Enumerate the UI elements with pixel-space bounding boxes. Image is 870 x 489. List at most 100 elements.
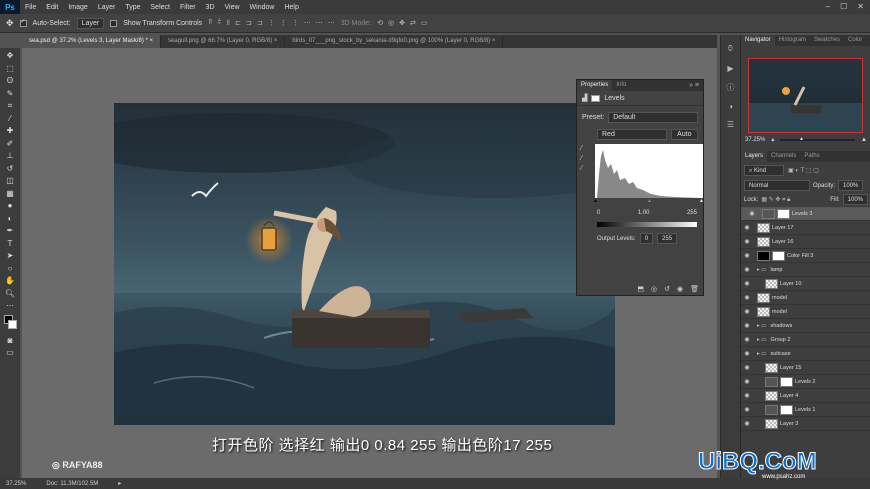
menu-edit[interactable]: Edit xyxy=(41,4,63,11)
close-icon[interactable]: × xyxy=(274,38,278,44)
white-point-slider[interactable]: ▲ xyxy=(699,198,704,204)
layer-name[interactable]: Layer 15 xyxy=(780,365,801,371)
transform-controls-checkbox[interactable] xyxy=(110,19,118,27)
menu-window[interactable]: Window xyxy=(245,4,280,11)
maximize-button[interactable]: ☐ xyxy=(840,2,847,11)
history-panel-icon[interactable]: ⌚︎ xyxy=(727,43,735,55)
visibility-eye-icon[interactable]: ◉ xyxy=(746,209,758,219)
layer-thumbnail[interactable] xyxy=(757,236,770,247)
tab-swatches[interactable]: Swatches xyxy=(810,35,844,46)
actions-panel-icon[interactable]: ▶ xyxy=(727,64,733,73)
layer-name[interactable]: Layer 10 xyxy=(780,281,801,287)
brush-tool-icon[interactable]: ✐ xyxy=(3,138,17,151)
layer-thumbnail[interactable] xyxy=(765,362,778,373)
distribute-icon[interactable]: ⋯ xyxy=(304,19,311,27)
move-tool-icon[interactable]: ✥ xyxy=(3,50,17,63)
visibility-eye-icon[interactable]: ◉ xyxy=(741,350,753,357)
visibility-eye-icon[interactable]: ◉ xyxy=(741,364,753,371)
menu-view[interactable]: View xyxy=(220,4,245,11)
white-eyedropper-icon[interactable]: ⁄ xyxy=(581,164,582,174)
layer-name[interactable]: Group 2 xyxy=(771,337,791,343)
menu-3d[interactable]: 3D xyxy=(201,4,220,11)
move-tool-icon[interactable]: ✥ xyxy=(6,18,14,29)
layer-row[interactable]: ◉ model xyxy=(741,291,870,305)
layer-row[interactable]: ◉ ▸ ▭ Group 2 xyxy=(741,333,870,347)
visibility-eye-icon[interactable]: ◉ xyxy=(741,266,753,273)
layer-row[interactable]: ◉ Layer 4 xyxy=(741,389,870,403)
color-swatches[interactable] xyxy=(3,313,17,335)
tab-histogram[interactable]: Histogram xyxy=(775,35,810,46)
background-color[interactable] xyxy=(8,319,17,329)
close-icon[interactable]: × xyxy=(150,38,154,44)
mask-icon[interactable] xyxy=(591,94,601,102)
layer-row[interactable]: ◉ Layer 17 xyxy=(741,221,870,235)
clip-to-layer-icon[interactable]: ⬒ xyxy=(637,285,644,293)
layer-row[interactable]: ◉ model xyxy=(741,305,870,319)
tab-color[interactable]: Color xyxy=(844,35,866,46)
menu-help[interactable]: Help xyxy=(279,4,303,11)
layer-thumbnail[interactable] xyxy=(757,250,770,261)
folder-icon[interactable]: ▸ ▭ xyxy=(757,267,767,273)
tab-properties[interactable]: Properties xyxy=(577,80,613,91)
tab-seagull[interactable]: seagull.png @ 66.7% (Layer 0, RGB/8) × xyxy=(161,35,286,48)
pen-tool-icon[interactable]: ✒ xyxy=(3,225,17,238)
tab-layers[interactable]: Layers xyxy=(741,151,768,162)
tab-navigator[interactable]: Navigator xyxy=(741,35,775,46)
layer-thumbnail[interactable] xyxy=(757,222,770,233)
align-left-icon[interactable]: ⊏ xyxy=(235,19,241,27)
layer-row[interactable]: ◉ ▸ ▭ shadows xyxy=(741,319,870,333)
tab-sea[interactable]: sea.psd @ 37.2% (Levels 3, Layer Mask/8)… xyxy=(22,35,162,48)
fill-field[interactable]: 100% xyxy=(842,194,868,205)
folder-icon[interactable]: ▸ ▭ xyxy=(757,351,767,357)
visibility-eye-icon[interactable]: ◉ xyxy=(741,336,753,343)
gradient-tool-icon[interactable]: ▦ xyxy=(3,188,17,201)
navigator-zoom-value[interactable]: 37.25% xyxy=(745,137,765,143)
distribute-icon[interactable]: ⋯ xyxy=(316,19,323,27)
layer-row[interactable]: ◉ Layer 10 xyxy=(741,277,870,291)
layer-row[interactable]: ◉ Layer 16 xyxy=(741,235,870,249)
layer-row[interactable]: ◉ ▸ ▭ suitcase xyxy=(741,347,870,361)
document-image[interactable] xyxy=(114,103,615,425)
panel-collapse-icon[interactable]: » ≡ xyxy=(685,80,703,91)
zoom-out-icon[interactable]: ▴ xyxy=(771,136,774,143)
menu-image[interactable]: Image xyxy=(63,4,92,11)
lock-icons[interactable]: ▦ ✎ ✥ ⌗ 🔒︎ xyxy=(761,196,790,204)
adjustment-thumbnail[interactable] xyxy=(762,209,775,219)
filter-icons[interactable]: ▣ ◐ T ⬚ ▢ xyxy=(788,167,819,174)
preset-dropdown[interactable]: Default xyxy=(608,112,698,123)
visibility-eye-icon[interactable]: ◉ xyxy=(741,378,753,385)
heal-tool-icon[interactable]: ✚ xyxy=(3,125,17,138)
layer-row[interactable]: ◉ Color Fill 3 xyxy=(741,249,870,263)
align-center-icon[interactable]: ⊐ xyxy=(246,19,252,27)
layer-thumbnail[interactable] xyxy=(765,418,778,429)
layer-name[interactable]: model xyxy=(772,295,787,301)
zoom-in-icon[interactable]: ▲ xyxy=(861,137,867,143)
eyedropper-icons[interactable]: ⁄ ⁄ ⁄ xyxy=(581,144,582,174)
hand-tool-icon[interactable]: ✋ xyxy=(3,275,17,288)
history-brush-tool-icon[interactable]: ↺ xyxy=(3,163,17,176)
crop-tool-icon[interactable]: ⌗ xyxy=(3,100,17,113)
tab-paths[interactable]: Paths xyxy=(800,151,823,162)
navigator-thumbnail[interactable] xyxy=(748,58,863,133)
view-previous-icon[interactable]: ◎ xyxy=(651,285,657,293)
menu-file[interactable]: File xyxy=(20,4,41,11)
input-gamma-value[interactable]: 1.00 xyxy=(638,210,650,216)
3d-roll-icon[interactable]: ◎ xyxy=(388,19,394,27)
3d-rotate-icon[interactable]: ⟲ xyxy=(377,19,383,27)
layer-thumbnail[interactable] xyxy=(757,292,770,303)
input-slider-track[interactable]: ▲ ▲ ▲ xyxy=(593,198,704,204)
3d-pan-icon[interactable]: ✥ xyxy=(399,19,405,27)
distribute-icon[interactable]: ⋯ xyxy=(328,19,335,27)
auto-select-checkbox[interactable] xyxy=(19,19,27,27)
dodge-tool-icon[interactable]: ◐ xyxy=(3,213,17,226)
3d-scale-icon[interactable]: ▭ xyxy=(421,19,428,27)
layer-name[interactable]: suitcase xyxy=(771,351,791,357)
layer-row[interactable]: ◉ Levels 2 xyxy=(741,375,870,389)
kind-filter-dropdown[interactable]: ⌕ Kind xyxy=(744,165,784,176)
visibility-eye-icon[interactable]: ◉ xyxy=(741,238,753,245)
layer-name[interactable]: Layer 16 xyxy=(772,239,793,245)
visibility-eye-icon[interactable]: ◉ xyxy=(741,420,753,427)
properties-panel-icon[interactable]: ☰ xyxy=(727,120,734,129)
type-tool-icon[interactable]: T xyxy=(3,238,17,251)
status-zoom[interactable]: 37.25% xyxy=(6,481,26,487)
